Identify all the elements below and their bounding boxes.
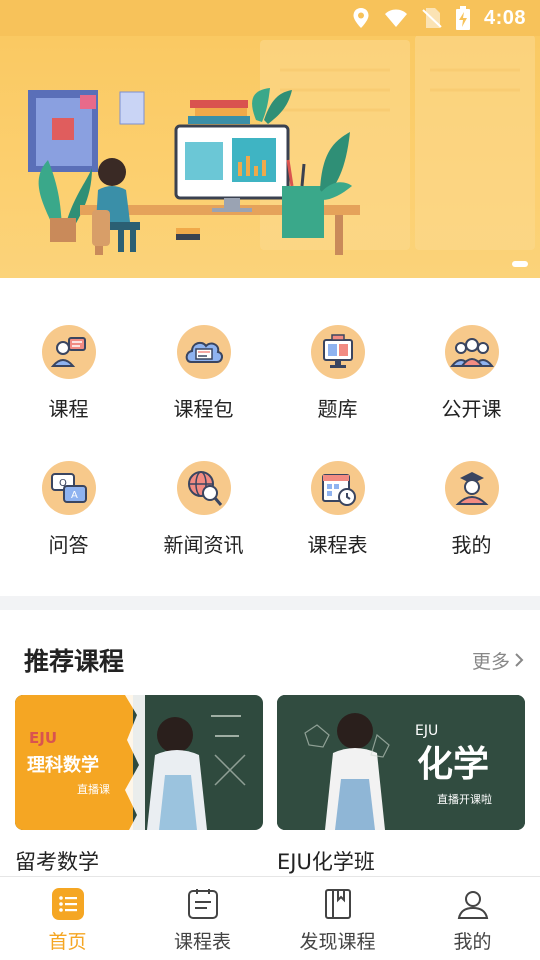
thumb-label-live: 直播开课啦	[437, 793, 492, 806]
course-card[interactable]: EJU 化学 直播开课啦 EJU化学班	[277, 695, 525, 876]
tab-schedule[interactable]: 课程表	[135, 877, 270, 960]
more-label: 更多	[471, 650, 510, 673]
wifi-icon	[384, 8, 408, 28]
home-list-icon	[51, 887, 85, 921]
user-icon	[456, 887, 490, 921]
news-globe-icon	[176, 461, 231, 515]
tab-discover-courses[interactable]: 发现课程	[270, 877, 405, 960]
tab-label: 课程表	[173, 931, 231, 953]
tab-label: 我的	[453, 931, 492, 953]
status-bar: 4:08	[0, 0, 540, 36]
schedule-icon	[186, 887, 220, 921]
carousel-indicator[interactable]	[512, 261, 528, 267]
menu-item-label: 我的	[451, 533, 492, 557]
recommended-header: 推荐课程 更多	[24, 636, 524, 684]
qa-chat-icon: QA	[41, 461, 96, 515]
menu-item-qa[interactable]: QA 问答	[1, 461, 136, 581]
thumb-label-subject: 理科数学	[27, 755, 99, 776]
svg-text:A: A	[71, 490, 78, 501]
course-title: EJU化学班	[277, 850, 375, 874]
menu-item-label: 公开课	[441, 397, 502, 421]
menu-item-news[interactable]: 新闻资讯	[136, 461, 271, 581]
menu-item-label: 课程表	[307, 533, 368, 557]
course-teacher-icon	[41, 325, 96, 379]
book-icon	[321, 887, 355, 921]
course-thumbnail: EJU 化学 直播开课啦	[277, 695, 525, 830]
section-title: 推荐课程	[24, 647, 125, 676]
menu-item-label: 课程	[48, 397, 89, 421]
tab-label: 首页	[48, 931, 87, 953]
promo-banner[interactable]	[0, 0, 540, 278]
banner-illustration	[28, 35, 535, 255]
thumb-label-live: 直播课	[77, 783, 110, 796]
course-title: 留考数学	[15, 850, 99, 874]
tab-home[interactable]: 首页	[0, 877, 135, 960]
battery-charging-icon	[455, 6, 470, 30]
location-icon	[352, 7, 370, 29]
course-package-cloud-icon	[176, 325, 231, 379]
chevron-right-icon	[515, 653, 524, 667]
thumb-label-subject: 化学	[417, 744, 490, 785]
menu-item-label: 课程包	[173, 397, 234, 421]
status-time: 4:08	[483, 6, 526, 29]
menu-item-open-class[interactable]: 公开课	[404, 325, 539, 445]
course-thumbnail: EJU 理科数学 直播课	[15, 695, 263, 830]
no-sim-icon	[422, 7, 442, 29]
menu-item-course[interactable]: 课程	[1, 325, 136, 445]
tab-label: 发现课程	[299, 931, 376, 953]
menu-item-profile[interactable]: 我的	[404, 461, 539, 581]
tab-profile[interactable]: 我的	[405, 877, 540, 960]
section-divider	[0, 596, 540, 610]
open-class-group-icon	[444, 325, 499, 379]
more-link[interactable]: 更多	[472, 647, 524, 674]
menu-item-label: 新闻资讯	[163, 533, 244, 557]
menu-item-label: 题库	[317, 397, 358, 421]
feature-menu: 课程 课程包 题库 公开课 QA 问答 新闻资讯 课程表 我的	[0, 278, 540, 596]
menu-item-course-package[interactable]: 课程包	[136, 325, 271, 445]
menu-item-schedule[interactable]: 课程表	[270, 461, 405, 581]
menu-item-label: 问答	[48, 533, 89, 557]
course-card[interactable]: EJU 理科数学 直播课 留考数学	[15, 695, 263, 876]
profile-graduate-icon	[444, 461, 499, 515]
menu-item-question-bank[interactable]: 题库	[270, 325, 405, 445]
thumb-label-eju: EJU	[29, 729, 58, 747]
schedule-calendar-icon	[310, 461, 365, 515]
bottom-tab-bar: 首页 课程表 发现课程 我的	[0, 876, 540, 960]
question-bank-monitor-icon	[310, 325, 365, 379]
